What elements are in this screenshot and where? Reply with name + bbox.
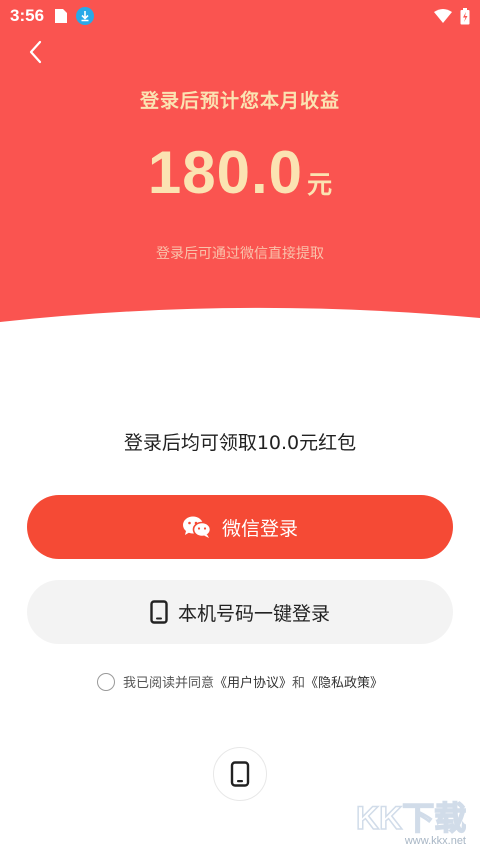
back-button[interactable] (22, 38, 50, 66)
wechat-icon (182, 515, 212, 539)
agreement-and: 和 (292, 676, 306, 691)
hero-section: 登录后预计您本月收益 180.0 元 登录后可通过微信直接提取 (0, 0, 480, 340)
promo-text: 登录后均可领取10.0元红包 (123, 432, 357, 454)
kk-logo: KK下载 (355, 799, 467, 837)
phone-icon (150, 600, 168, 624)
amount-unit: 元 (307, 170, 333, 199)
phone-login-button[interactable]: 本机号码一键登录 (27, 580, 453, 644)
user-agreement-link[interactable]: 《用户协议》 (214, 672, 292, 691)
agreement-row: 我已阅读并同意 《用户协议》 和 《隐私政策》 (0, 672, 480, 691)
watermark-logo: KK下载 www.kkx.net (355, 799, 467, 847)
agreement-prefix: 我已阅读并同意 (122, 676, 214, 691)
wechat-login-label: 微信登录 (221, 517, 298, 540)
chevron-left-icon (29, 40, 42, 64)
watermark-url: www.kkx.net (404, 835, 466, 847)
earnings-amount: 180.0 元 (0, 138, 480, 207)
status-time: 3:56 (10, 6, 45, 25)
other-login-button[interactable] (213, 747, 267, 801)
phone-icon (230, 761, 250, 787)
status-bar: 3:56 (0, 0, 480, 32)
hero-subtitle: 登录后可通过微信直接提取 (156, 246, 324, 262)
phone-login-label: 本机号码一键登录 (177, 602, 330, 625)
hero-title: 登录后预计您本月收益 (139, 90, 340, 112)
agreement-checkbox[interactable] (96, 672, 115, 691)
amount-value: 180.0 (147, 139, 304, 206)
download-icon (76, 7, 95, 25)
wifi-icon (434, 9, 452, 23)
svg-text:KK下载: KK下载 (356, 800, 466, 836)
wechat-login-button[interactable]: 微信登录 (27, 495, 453, 559)
battery-icon (460, 7, 470, 24)
privacy-policy-link[interactable]: 《隐私政策》 (305, 672, 383, 691)
sim-icon (55, 9, 68, 23)
